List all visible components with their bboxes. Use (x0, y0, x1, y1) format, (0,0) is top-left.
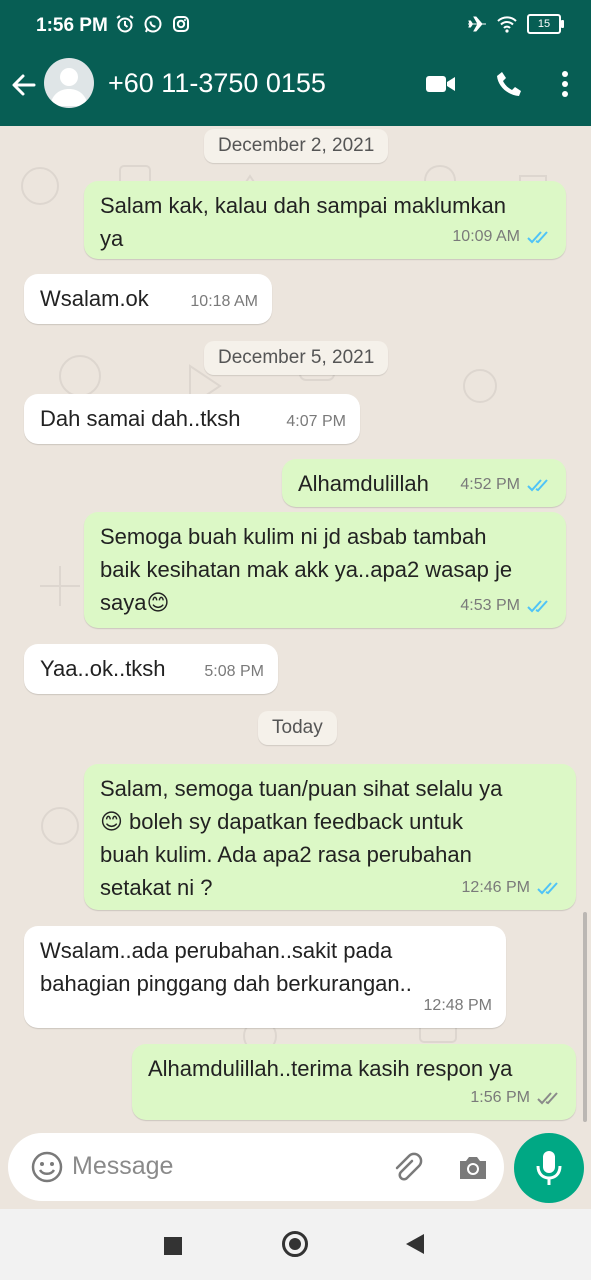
attach-icon[interactable] (390, 1151, 424, 1185)
message-text: Alhamdulillah (298, 471, 429, 496)
wifi-icon (497, 16, 517, 33)
message-time: 4:53 PM (460, 597, 520, 614)
message-meta: 4:07 PM (286, 405, 346, 438)
message-time: 10:18 AM (190, 293, 258, 310)
message-time: 5:08 PM (204, 663, 264, 680)
message-meta: 4:52 PM (460, 468, 552, 501)
whatsapp-icon (144, 15, 162, 33)
more-vert-icon[interactable] (561, 70, 569, 98)
date-chip: December 5, 2021 (204, 341, 389, 375)
status-bar: 1:56 PM 15 (0, 0, 591, 52)
message-bubble-outgoing[interactable]: Semoga buah kulim ni jd asbab tambah bai… (84, 512, 566, 628)
message-text: Dah samai dah..tksh (40, 406, 241, 431)
date-chip: Today (258, 711, 337, 745)
avatar[interactable] (44, 58, 94, 108)
back-button[interactable] (406, 1234, 424, 1254)
message-input[interactable]: Message (8, 1133, 504, 1201)
message-time: 4:07 PM (286, 413, 346, 430)
message-text: Semoga buah kulim ni jd asbab tambah bai… (100, 524, 513, 615)
status-time: 1:56 PM (36, 15, 108, 36)
message-bubble-outgoing[interactable]: Alhamdulillah..terima kasih respon ya 1:… (132, 1044, 576, 1120)
message-bubble-incoming[interactable]: Yaa..ok..tksh 5:08 PM (24, 644, 278, 694)
message-bubble-incoming[interactable]: Dah samai dah..tksh 4:07 PM (24, 394, 360, 444)
alarm-icon (116, 15, 134, 33)
message-time: 1:56 PM (470, 1089, 530, 1106)
message-time: 12:48 PM (423, 997, 492, 1014)
message-meta: 5:08 PM (204, 655, 264, 688)
instagram-icon (173, 16, 189, 32)
message-meta: 10:18 AM (190, 285, 258, 318)
status-icons-left (115, 14, 191, 34)
mic-icon (536, 1151, 562, 1185)
message-time: 12:46 PM (461, 879, 530, 896)
read-receipt-icon (527, 230, 548, 243)
message-text: Wsalam.ok (40, 286, 149, 311)
message-time: 4:52 PM (460, 476, 520, 493)
message-meta: 4:53 PM (460, 589, 552, 622)
message-bubble-outgoing[interactable]: Salam, semoga tuan/puan sihat selalu ya … (84, 764, 576, 910)
header-actions (425, 70, 569, 98)
date-chip: December 2, 2021 (204, 129, 389, 163)
message-meta: 12:46 PM (462, 871, 562, 904)
emoji-icon[interactable] (30, 1150, 64, 1184)
message-bubble-incoming[interactable]: Wsalam..ada perubahan..sakit pada bahagi… (24, 926, 506, 1028)
message-meta: 12:48 PM (424, 989, 492, 1022)
message-bubble-incoming[interactable]: Wsalam.ok 10:18 AM (24, 274, 272, 324)
compose-bar: Message (0, 1133, 591, 1209)
message-bubble-outgoing[interactable]: Salam kak, kalau dah sampai maklumkan ya… (84, 181, 566, 259)
message-text: Salam, semoga tuan/puan sihat selalu ya … (100, 776, 503, 900)
video-call-icon[interactable] (425, 73, 457, 95)
read-receipt-icon (537, 881, 558, 894)
message-text: Wsalam..ada perubahan..sakit pada bahagi… (40, 938, 412, 996)
recent-apps-button[interactable] (164, 1237, 182, 1255)
message-bubble-outgoing[interactable]: Alhamdulillah 4:52 PM (282, 459, 566, 507)
contact-name[interactable]: +60 11-3750 0155 (108, 68, 326, 99)
message-meta: 1:56 PM (470, 1081, 562, 1114)
message-meta: 10:09 AM (452, 220, 552, 253)
message-time: 10:09 AM (452, 228, 520, 245)
back-arrow-icon[interactable] (10, 71, 38, 99)
chat-area[interactable]: December 2, 2021 Salam kak, kalau dah sa… (0, 126, 591, 1133)
message-text: Salam kak, kalau dah sampai maklumkan ya (100, 193, 506, 251)
airplane-icon (468, 16, 486, 32)
chat-header: +60 11-3750 0155 (0, 52, 591, 126)
system-nav-bar (0, 1209, 591, 1280)
message-text: Alhamdulillah..terima kasih respon ya (148, 1056, 513, 1081)
message-placeholder: Message (72, 1152, 174, 1180)
read-receipt-icon (527, 478, 548, 491)
avatar-silhouette-icon (50, 68, 88, 106)
battery-icon: 15 (527, 14, 564, 34)
read-receipt-icon (527, 599, 548, 612)
phone-icon[interactable] (495, 70, 523, 98)
mic-button[interactable] (514, 1133, 584, 1203)
home-button[interactable] (282, 1231, 308, 1257)
scroll-indicator[interactable] (583, 912, 587, 1122)
message-text: Yaa..ok..tksh (40, 656, 166, 681)
camera-icon[interactable] (456, 1151, 490, 1185)
delivered-receipt-icon (537, 1091, 558, 1104)
status-icons-right: 15 (467, 14, 564, 34)
